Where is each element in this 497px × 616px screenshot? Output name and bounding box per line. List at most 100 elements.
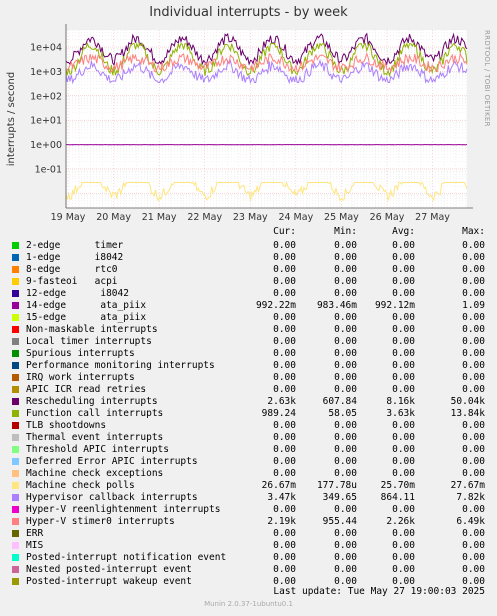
value-cur: 0.00 <box>273 312 296 323</box>
legend-row: Threshold APIC interrupts 0.00 0.00 0.00 0.0… <box>0 444 497 456</box>
legend-row: Deferred Error APIC interrupts 0.00 0.00 0.… <box>0 456 497 468</box>
value-max: 50.04k <box>450 396 485 407</box>
value-max: 0.00 <box>462 528 485 539</box>
value-cur: 989.24 <box>261 408 296 419</box>
x-tick-label: 19 May <box>51 212 86 223</box>
y-tick-label: 1e+01 <box>30 116 62 127</box>
value-avg: 0.00 <box>392 336 415 347</box>
value-max: 0.00 <box>462 324 485 335</box>
value-avg: 0.00 <box>392 324 415 335</box>
value-avg: 8.16k <box>386 396 415 407</box>
value-avg: 25.70m <box>380 480 415 491</box>
legend-label: Hyper-V stimer0 interrupts <box>26 516 175 527</box>
value-max: 0.00 <box>462 240 485 251</box>
value-avg: 0.00 <box>392 276 415 287</box>
legend-row: Local timer interrupts 0.00 0.00 0.00 0.00 <box>0 336 497 348</box>
value-avg: 992.12m <box>374 300 415 311</box>
legend-label: Hypervisor callback interrupts <box>26 492 198 503</box>
value-avg: 0.00 <box>392 444 415 455</box>
value-cur: 0.00 <box>273 288 296 299</box>
x-tick-label: 24 May <box>278 212 313 223</box>
value-max: 7.82k <box>456 492 485 503</box>
value-max: 0.00 <box>462 552 485 563</box>
value-max: 6.49k <box>456 516 485 527</box>
last-update: Last update: Tue May 27 19:00:03 2025 <box>273 586 485 597</box>
legend-label: Machine check exceptions <box>26 468 164 479</box>
value-max: 0.00 <box>462 540 485 551</box>
value-cur: 0.00 <box>273 384 296 395</box>
value-cur: 0.00 <box>273 444 296 455</box>
value-avg: 0.00 <box>392 384 415 395</box>
value-max: 0.00 <box>462 432 485 443</box>
value-max: 0.00 <box>462 276 485 287</box>
value-max: 0.00 <box>462 384 485 395</box>
legend-swatch <box>12 458 19 465</box>
value-avg: 0.00 <box>392 420 415 431</box>
legend-swatch <box>12 374 19 381</box>
y-tick-label: 1e+00 <box>30 140 62 151</box>
legend-row: Rescheduling interrupts 2.63k 607.84 8.16k 5… <box>0 396 497 408</box>
legend-label: 2-edge timer <box>26 240 124 251</box>
value-max: 0.00 <box>462 420 485 431</box>
legend-label: IRQ work interrupts <box>26 372 135 383</box>
legend-label: 14-edge ata_piix <box>26 300 147 311</box>
value-max: 0.00 <box>462 372 485 383</box>
legend-label: Threshold APIC interrupts <box>26 444 169 455</box>
legend-swatch <box>12 518 19 525</box>
value-cur: 0.00 <box>273 276 296 287</box>
legend-row: Nested posted-interrupt event 0.00 0.00 0.0… <box>0 564 497 576</box>
value-avg: 0.00 <box>392 552 415 563</box>
x-tick-label: 21 May <box>142 212 177 223</box>
legend-row: MIS 0.00 0.00 0.00 0.00 <box>0 540 497 552</box>
value-cur: 0.00 <box>273 252 296 263</box>
legend-row: Hypervisor callback interrupts 3.47k 349.6… <box>0 492 497 504</box>
legend-label: Posted-interrupt wakeup event <box>26 576 192 587</box>
value-avg: 0.00 <box>392 372 415 383</box>
legend-label: Non-maskable interrupts <box>26 324 158 335</box>
legend-swatch <box>12 566 19 573</box>
legend-swatch <box>12 506 19 513</box>
munin-version: Munin 2.0.37-1ubuntu0.1 <box>204 600 293 608</box>
value-avg: 0.00 <box>392 360 415 371</box>
value-cur: 0.00 <box>273 420 296 431</box>
value-cur: 0.00 <box>273 372 296 383</box>
value-max: 0.00 <box>462 564 485 575</box>
value-avg: 0.00 <box>392 240 415 251</box>
header-cur: Cur: <box>273 226 296 237</box>
value-cur: 0.00 <box>273 504 296 515</box>
legend-label: Posted-interrupt notification event <box>26 552 227 563</box>
legend-label: Rescheduling interrupts <box>26 396 158 407</box>
legend-swatch <box>12 398 19 405</box>
value-avg: 2.26k <box>386 516 415 527</box>
legend-swatch <box>12 338 19 345</box>
legend-row: 9-fasteoi acpi 0.00 0.00 0.00 0.00 <box>0 276 497 288</box>
legend-label: Performance monitoring interrupts <box>26 360 215 371</box>
legend-swatch <box>12 434 19 441</box>
legend-row: Machine check polls 26.67m 177.78u 25.70m 27… <box>0 480 497 492</box>
value-cur: 2.63k <box>267 396 296 407</box>
value-avg: 0.00 <box>392 252 415 263</box>
value-cur: 0.00 <box>273 264 296 275</box>
legend-label: Thermal event interrupts <box>26 432 164 443</box>
x-tick-label: 25 May <box>324 212 359 223</box>
legend-row: Hyper-V stimer0 interrupts 2.19k 955.44 2.2… <box>0 516 497 528</box>
legend-header-row: Cur: Min: Avg: Max: <box>0 226 497 238</box>
y-tick-label: 1e+02 <box>30 91 62 102</box>
legend-label: 8-edge rtc0 <box>26 264 118 275</box>
legend-swatch <box>12 554 19 561</box>
value-max: 0.00 <box>462 504 485 515</box>
legend-swatch <box>12 386 19 393</box>
y-tick-label: 1e+04 <box>30 43 62 54</box>
legend-swatch <box>12 542 19 549</box>
legend-row: Posted-interrupt notification event 0.00 0… <box>0 552 497 564</box>
legend-label: TLB shootdowns <box>26 420 107 431</box>
legend-row: 2-edge timer 0.00 0.00 0.00 0.00 <box>0 240 497 252</box>
value-cur: 0.00 <box>273 432 296 443</box>
legend-swatch <box>12 278 19 285</box>
legend-row: 12-edge i8042 0.00 0.00 0.00 0.00 <box>0 288 497 300</box>
value-max: 0.00 <box>462 468 485 479</box>
legend-row: 8-edge rtc0 0.00 0.00 0.00 0.00 <box>0 264 497 276</box>
legend-row: 14-edge ata_piix 992.22m 983.46m 992.12m 1.0… <box>0 300 497 312</box>
x-tick-label: 27 May <box>415 212 450 223</box>
value-max: 0.00 <box>462 288 485 299</box>
